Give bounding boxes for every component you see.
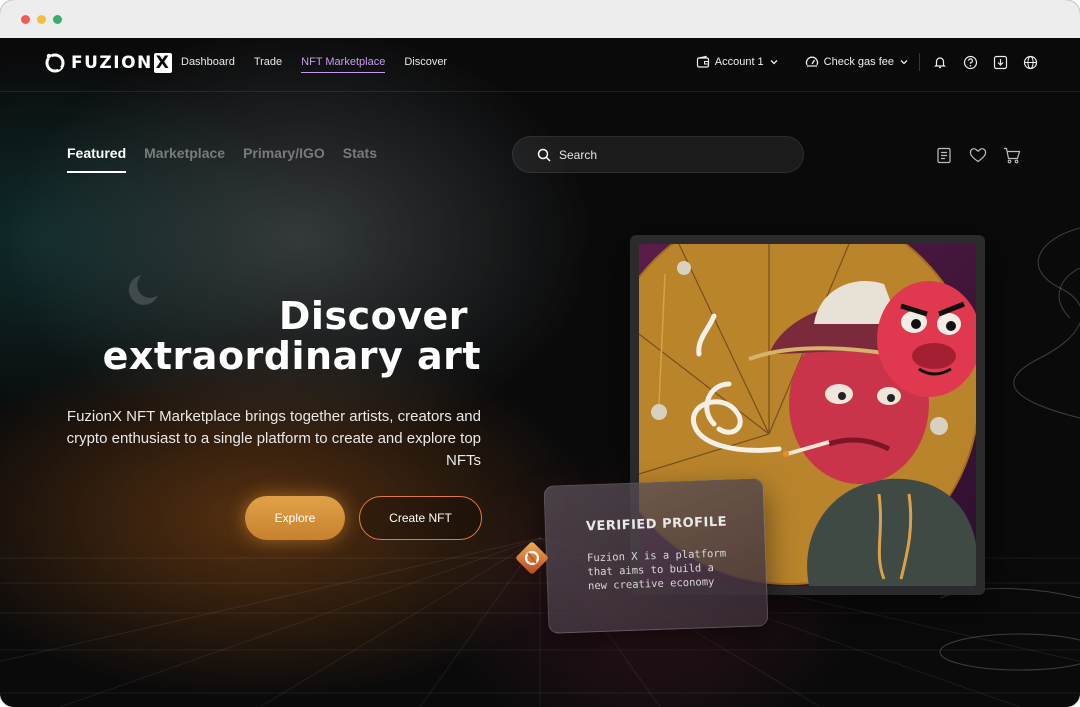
verified-profile-title: VERIFIED PROFILE (585, 514, 728, 535)
activity-button[interactable] (934, 145, 954, 165)
fuzionx-logo[interactable]: FUZION X (44, 52, 173, 74)
search-icon (537, 148, 551, 162)
language-button[interactable] (1020, 52, 1040, 72)
cart-icon (1004, 147, 1021, 163)
gas-fee-label: Check gas fee (823, 56, 894, 68)
chevron-down-icon (770, 60, 778, 65)
tab-marketplace[interactable]: Marketplace (144, 145, 225, 173)
gauge-icon (805, 56, 818, 67)
tab-stats[interactable]: Stats (343, 145, 377, 173)
cart-button[interactable] (1002, 145, 1022, 165)
hero-title-line-2: extraordinary art (102, 334, 481, 378)
create-nft-button[interactable]: Create NFT (359, 496, 482, 540)
nav-link-dashboard[interactable]: Dashboard (181, 56, 235, 73)
search-bar[interactable] (512, 136, 804, 173)
fuzionx-badge-icon (516, 542, 548, 574)
verified-profile-description: Fuzion X is a platform that aims to buil… (586, 547, 727, 593)
main-nav-links: Dashboard Trade NFT Marketplace Discover (181, 56, 466, 73)
gas-fee-dropdown[interactable]: Check gas fee (805, 55, 909, 69)
nav-right-actions: Account 1 Check gas fee (696, 52, 1040, 72)
app-content: FUZION X Dashboard Trade NFT Marketplace … (0, 38, 1080, 707)
nav-divider (919, 53, 920, 71)
favorites-button[interactable] (968, 145, 988, 165)
chevron-down-icon (900, 60, 908, 65)
title-bar (0, 0, 1080, 38)
close-dot[interactable] (21, 14, 30, 24)
tab-primary-igo[interactable]: Primary/IGO (243, 145, 325, 173)
marketplace-tools (934, 145, 1022, 165)
logo-icon (45, 53, 65, 73)
tab-featured[interactable]: Featured (67, 145, 127, 173)
hero-heading: Discover extraordinary art (103, 296, 481, 376)
account-dropdown[interactable]: Account 1 (696, 55, 779, 69)
hero-description: FuzionX NFT Marketplace brings together … (66, 408, 481, 469)
bell-icon (934, 57, 946, 69)
nav-link-trade[interactable]: Trade (254, 56, 282, 73)
download-button[interactable] (990, 52, 1010, 72)
explore-button[interactable]: Explore (245, 496, 345, 540)
search-input[interactable] (559, 147, 779, 162)
marketplace-tabs: Featured Marketplace Primary/IGO Stats (67, 145, 395, 173)
logo-text: FUZION X (71, 53, 173, 73)
download-icon (993, 55, 1007, 69)
top-navigation: FUZION X Dashboard Trade NFT Marketplace … (0, 38, 1080, 92)
help-icon (963, 55, 977, 69)
minimize-dot[interactable] (37, 14, 46, 24)
help-button[interactable] (960, 52, 980, 72)
wallet-icon (696, 55, 709, 68)
maximize-dot[interactable] (53, 14, 62, 24)
hero-title-line-1: Discover (278, 294, 468, 338)
verified-profile-card[interactable]: VERIFIED PROFILE Fuzion X is a platform … (543, 478, 769, 634)
nav-link-nft-marketplace[interactable]: NFT Marketplace (301, 56, 386, 73)
account-label: Account 1 (714, 56, 764, 68)
list-icon (937, 147, 951, 163)
notifications-button[interactable] (930, 52, 950, 72)
nav-link-discover[interactable]: Discover (404, 56, 447, 73)
browser-window: FUZION X Dashboard Trade NFT Marketplace … (0, 0, 1080, 707)
heart-icon (969, 148, 987, 163)
globe-icon (1023, 55, 1037, 69)
